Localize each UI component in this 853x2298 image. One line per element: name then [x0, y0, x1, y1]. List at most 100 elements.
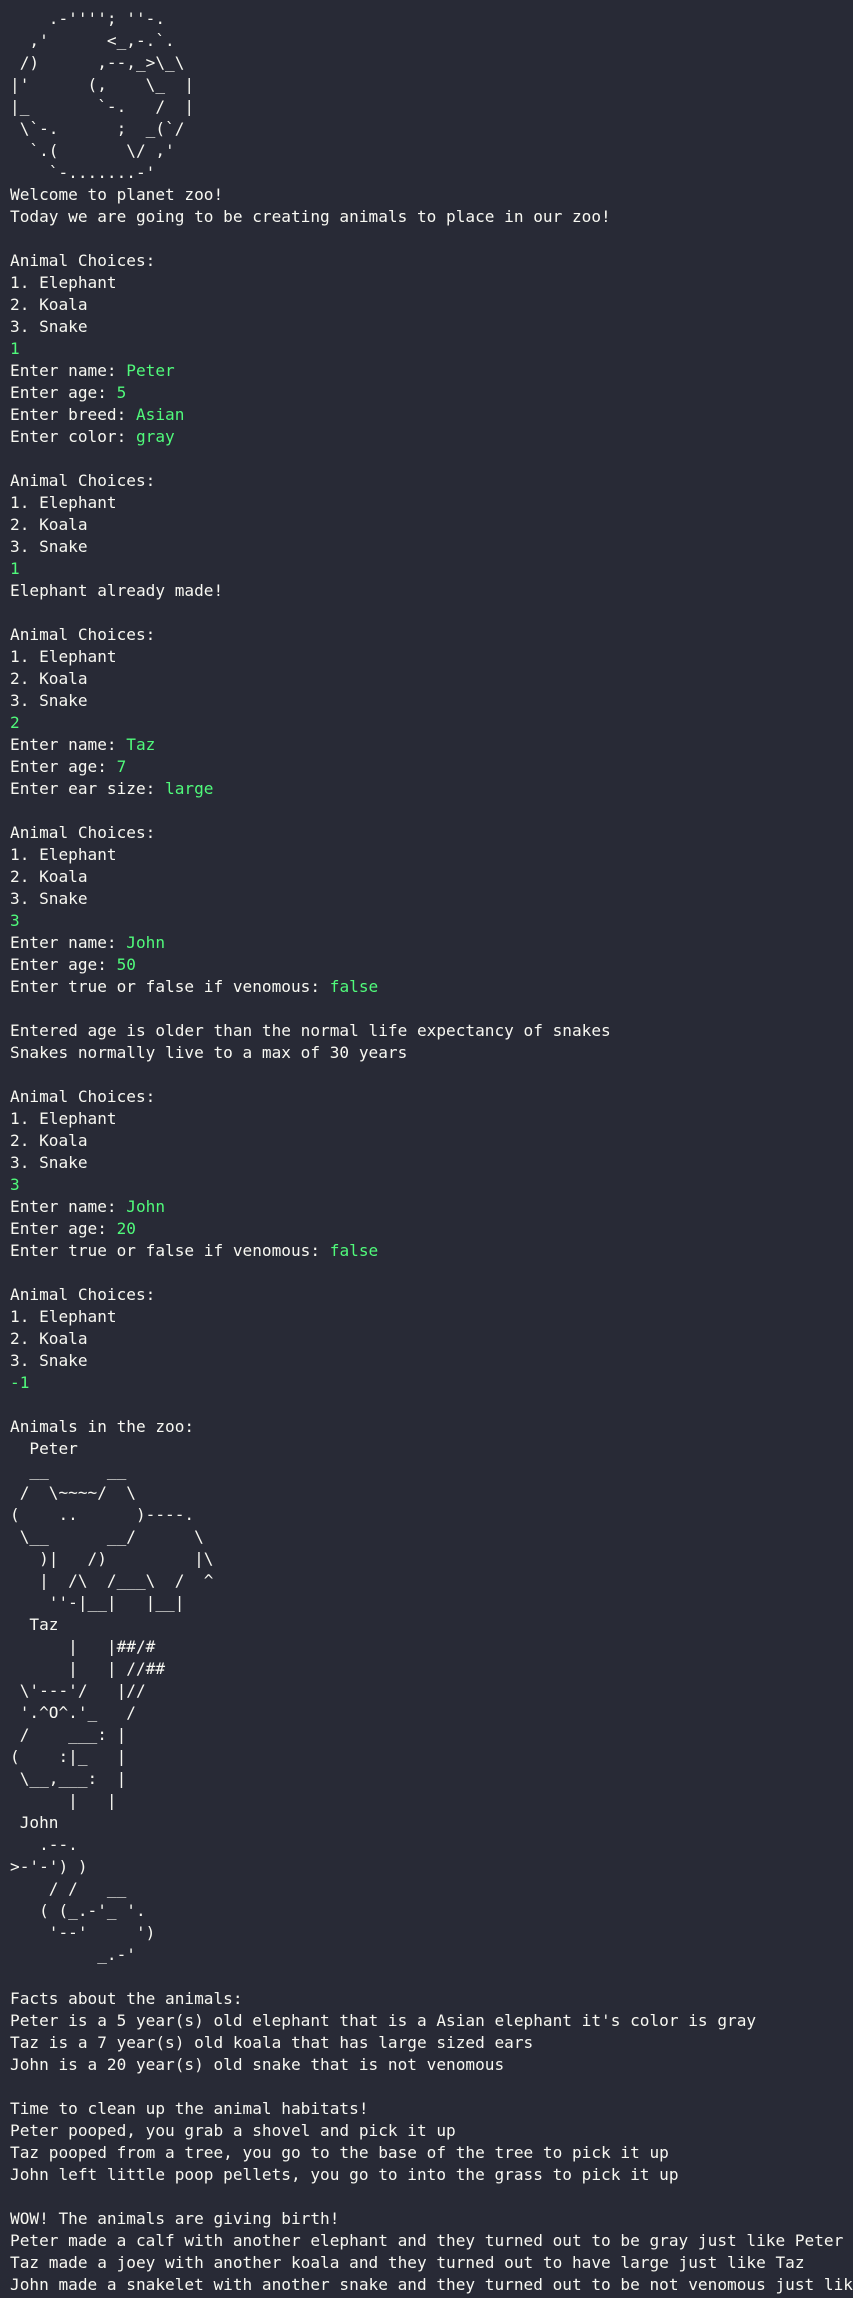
terminal-line: WOW! The animals are giving birth! [10, 2208, 843, 2230]
terminal-line: John [10, 1812, 843, 1834]
user-input-text: false [329, 1241, 379, 1260]
terminal-line: 2. Koala [10, 668, 843, 690]
terminal-line: Taz [10, 1614, 843, 1636]
user-input-text: 5 [116, 383, 127, 402]
terminal-line: John is a 20 year(s) old snake that is n… [10, 2054, 843, 2076]
terminal-line: Peter is a 5 year(s) old elephant that i… [10, 2010, 843, 2032]
terminal-line: `-.......-' [10, 162, 843, 184]
output-text: / / __ [10, 1879, 127, 1898]
terminal-line: Animal Choices: [10, 1284, 843, 1306]
terminal-line: ( .. )----. [10, 1504, 843, 1526]
terminal-line: / ___: | [10, 1724, 843, 1746]
terminal-line: Today we are going to be creating animal… [10, 206, 843, 228]
terminal-line: Facts about the animals: [10, 1988, 843, 2010]
terminal-line: Peter pooped, you grab a shovel and pick… [10, 2120, 843, 2142]
output-text: 1. Elephant [10, 493, 117, 512]
output-text: | | [10, 1791, 117, 1810]
user-input-text: 50 [116, 955, 136, 974]
output-text: Peter [10, 1439, 78, 1458]
output-text: | /\ /___\ / ^ [10, 1571, 214, 1590]
output-text: John made a snakelet with another snake … [10, 2275, 853, 2294]
terminal-line: 2 [10, 712, 843, 734]
output-text: Animal Choices: [10, 625, 156, 644]
output-text: Animal Choices: [10, 1285, 156, 1304]
terminal-line: `.( \/ ,' [10, 140, 843, 162]
output-text: John is a 20 year(s) old snake that is n… [10, 2055, 505, 2074]
terminal-line: ( :|_ | [10, 1746, 843, 1768]
output-text: Entered age is older than the normal lif… [10, 1021, 611, 1040]
terminal-line: Enter color: gray [10, 426, 843, 448]
output-text: 3. Snake [10, 1153, 88, 1172]
output-text: 1. Elephant [10, 273, 117, 292]
output-text: )| /) |\ [10, 1549, 214, 1568]
output-text: 3. Snake [10, 317, 88, 336]
terminal-line: \'---'/ |// [10, 1680, 843, 1702]
output-text: John left little poop pellets, you go to… [10, 2165, 679, 2184]
user-input-text: -1 [10, 1373, 30, 1392]
terminal-line: 2. Koala [10, 294, 843, 316]
output-text: Enter breed: [10, 405, 136, 424]
terminal-line: Enter age: 50 [10, 954, 843, 976]
terminal-line: | | //## [10, 1658, 843, 1680]
terminal-output[interactable]: .-''''; ''-. ,' <_,-.`. /) ,--,_>\_\ |' (… [0, 0, 853, 2298]
terminal-line: Peter [10, 1438, 843, 1460]
output-text: Animal Choices: [10, 1087, 156, 1106]
user-input-text: 2 [10, 713, 20, 732]
terminal-line: Enter name: Taz [10, 734, 843, 756]
output-text: Enter age: [10, 955, 117, 974]
terminal-line: 1. Elephant [10, 272, 843, 294]
output-text: Enter name: [10, 361, 127, 380]
output-text: 2. Koala [10, 867, 88, 886]
terminal-line: / \~~~~/ \ [10, 1482, 843, 1504]
user-input-text: large [165, 779, 214, 798]
terminal-line: 3. Snake [10, 690, 843, 712]
output-text: _.-' [10, 1945, 136, 1964]
output-text: Animals in the zoo: [10, 1417, 195, 1436]
terminal-line: .-''''; ''-. [10, 8, 843, 30]
terminal-line: John made a snakelet with another snake … [10, 2274, 853, 2296]
output-text: Enter age: [10, 757, 117, 776]
output-text: | | //## [10, 1659, 166, 1678]
output-text: 1. Elephant [10, 647, 117, 666]
terminal-line: 2. Koala [10, 1130, 843, 1152]
terminal-line: Enter true or false if venomous: false [10, 1240, 843, 1262]
output-text: 2. Koala [10, 1329, 88, 1348]
user-input-text: false [329, 977, 379, 996]
output-text: 2. Koala [10, 515, 88, 534]
terminal-line: Animal Choices: [10, 1086, 843, 1108]
terminal-line: Enter age: 7 [10, 756, 843, 778]
terminal-line: Taz made a joey with another koala and t… [10, 2252, 843, 2274]
output-text: Enter ear size: [10, 779, 166, 798]
terminal-line: \__ __/ \ [10, 1526, 843, 1548]
terminal-line: Taz is a 7 year(s) old koala that has la… [10, 2032, 843, 2054]
output-text: Peter pooped, you grab a shovel and pick… [10, 2121, 456, 2140]
output-text: Peter made a calf with another elephant … [10, 2231, 844, 2250]
user-input-text: gray [135, 427, 175, 446]
terminal-line: | /\ /___\ / ^ [10, 1570, 843, 1592]
output-text: 3. Snake [10, 691, 88, 710]
output-text: 3. Snake [10, 889, 88, 908]
terminal-line: 2. Koala [10, 866, 843, 888]
output-text: Animal Choices: [10, 823, 156, 842]
user-input-text: Asian [135, 405, 185, 424]
output-text: 2. Koala [10, 669, 88, 688]
terminal-line: Enter ear size: large [10, 778, 843, 800]
terminal-line: )| /) |\ [10, 1548, 843, 1570]
terminal-line: _.-' [10, 1944, 843, 1966]
terminal-line: John left little poop pellets, you go to… [10, 2164, 843, 2186]
terminal-line: Enter name: Peter [10, 360, 843, 382]
output-text: ,' <_,-.`. [10, 31, 175, 50]
user-input-text: 3 [10, 1175, 20, 1194]
terminal-line: 3. Snake [10, 316, 843, 338]
terminal-line: 3 [10, 1174, 843, 1196]
terminal-line: '.^O^.'_ / [10, 1702, 843, 1724]
output-text: / \~~~~/ \ [10, 1483, 136, 1502]
terminal-line: -1 [10, 1372, 843, 1394]
output-text: Taz made a joey with another koala and t… [10, 2253, 805, 2272]
